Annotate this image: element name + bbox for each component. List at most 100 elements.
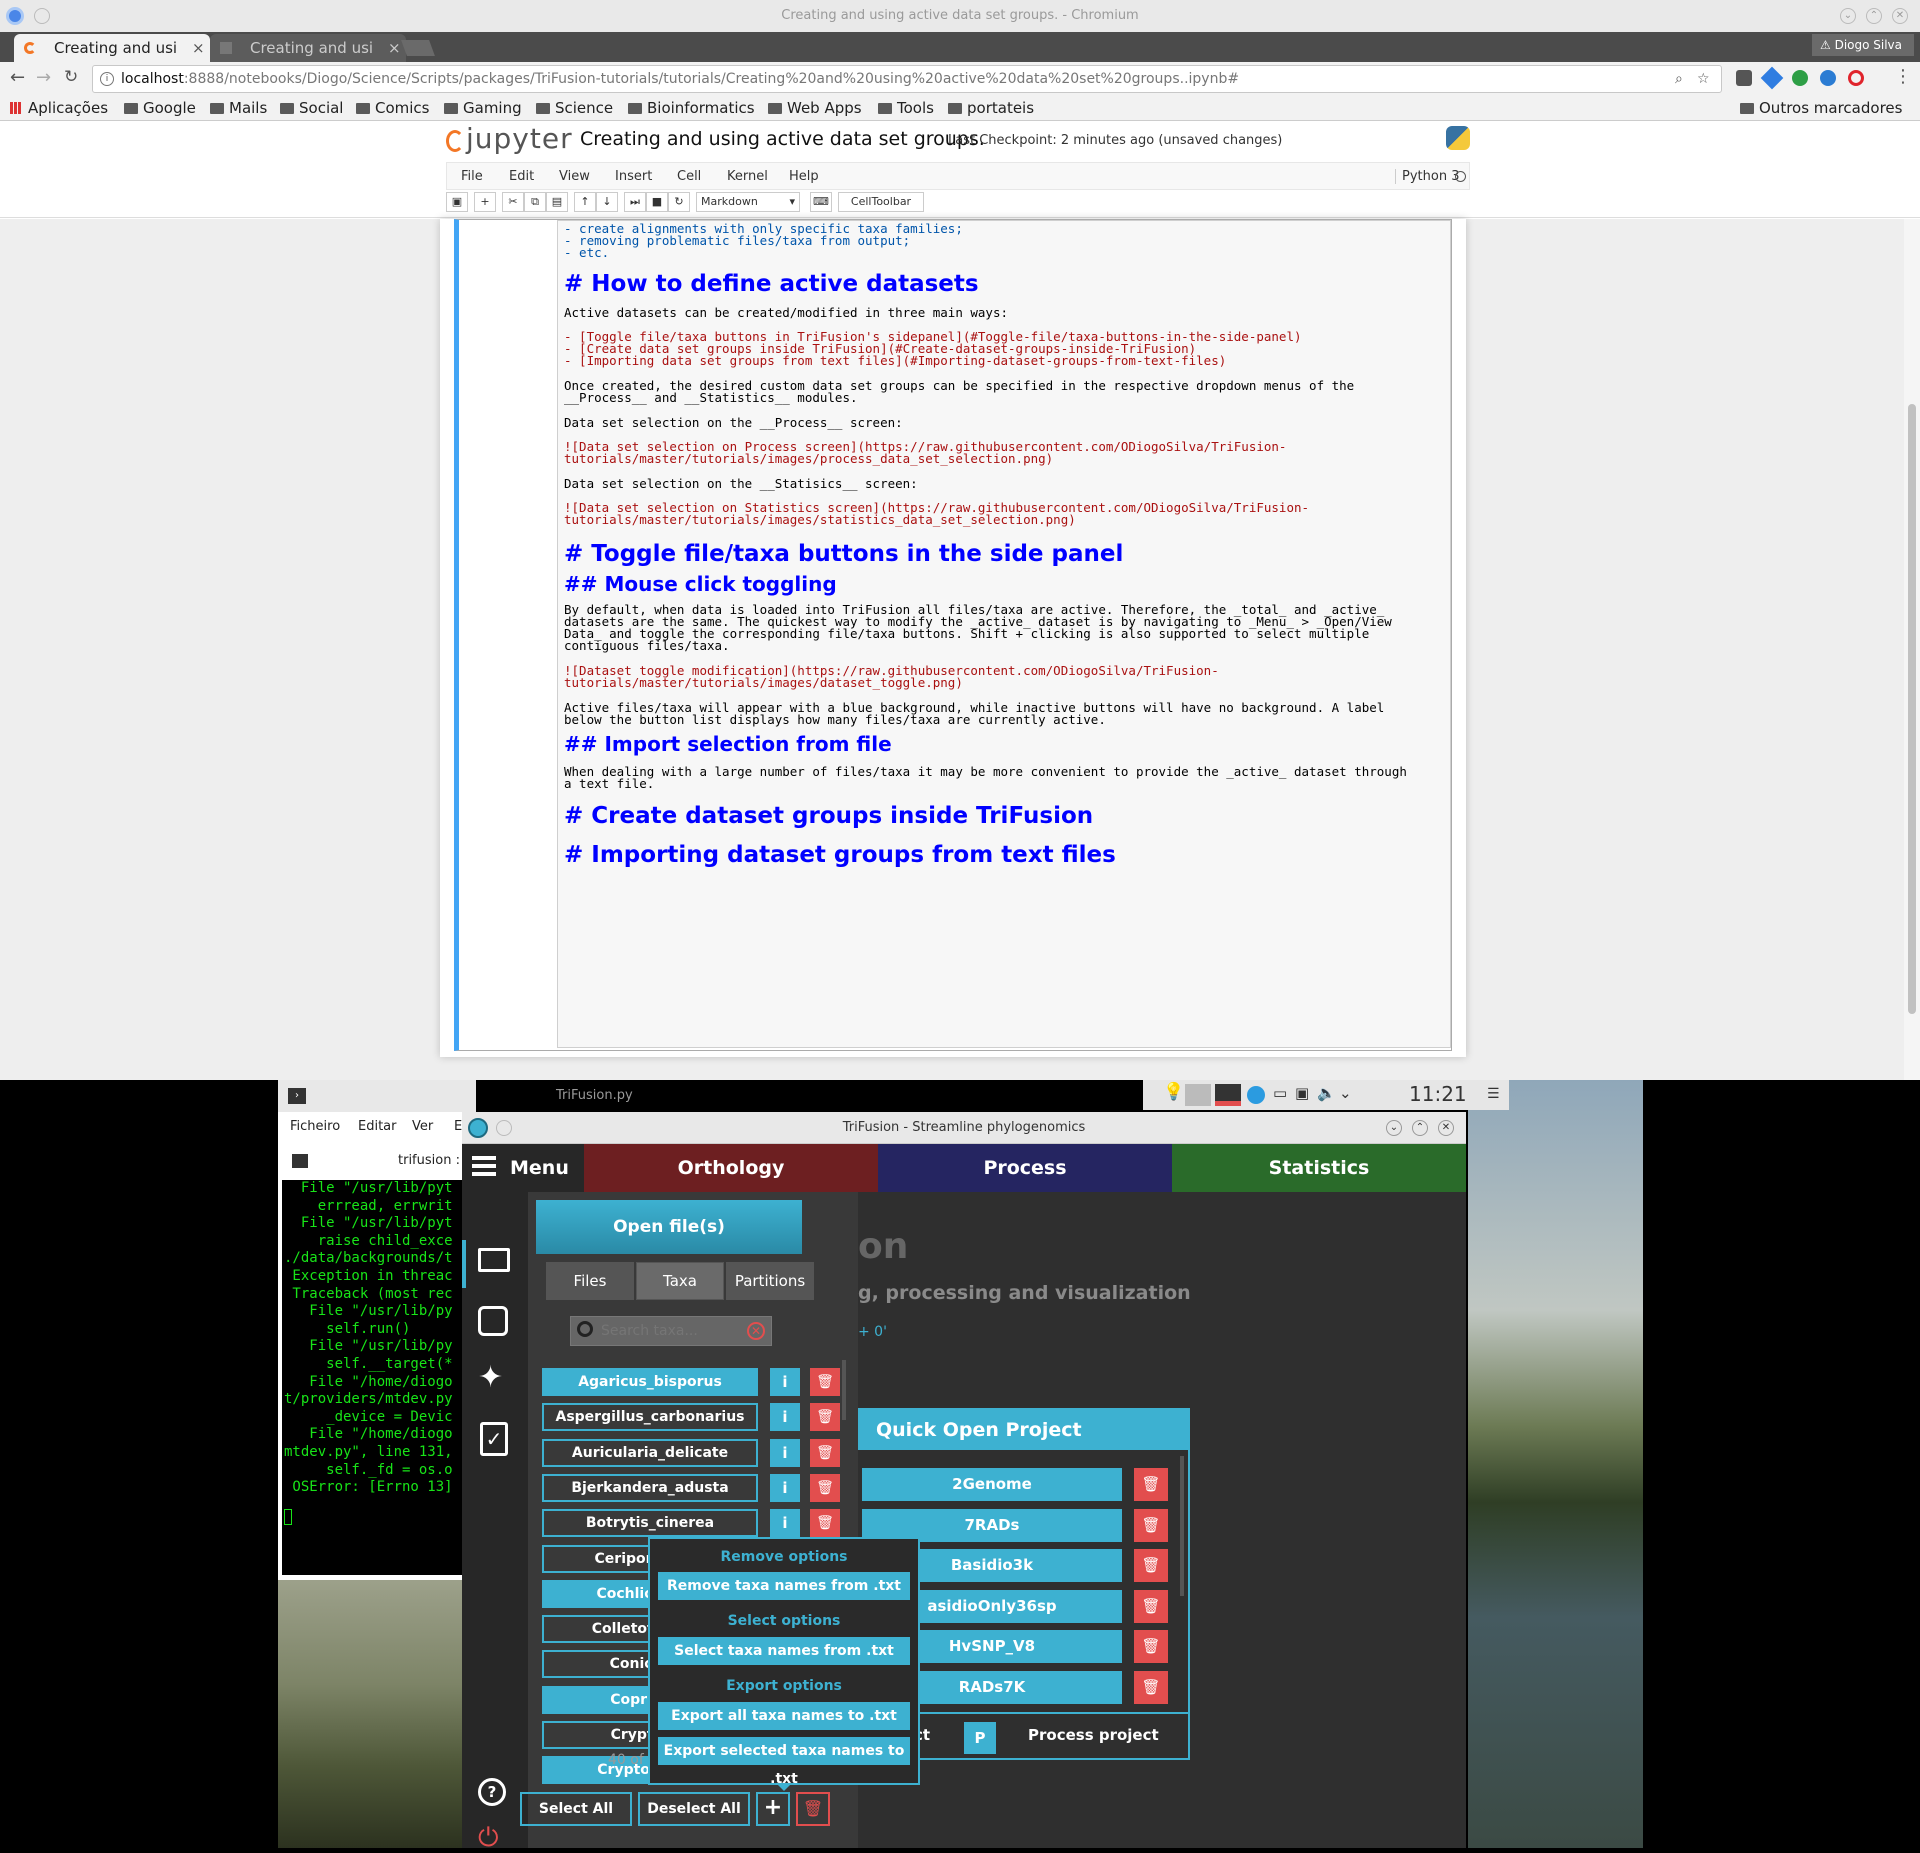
taxon-delete-icon[interactable]: 🗑 bbox=[810, 1473, 840, 1502]
tab-orthology[interactable]: Orthology bbox=[584, 1144, 878, 1192]
project-delete-icon[interactable]: 🗑 bbox=[1134, 1589, 1168, 1623]
taxon-toggle-button[interactable]: Bjerkandera_adusta bbox=[542, 1473, 758, 1502]
taxon-info-icon[interactable]: i bbox=[770, 1368, 800, 1396]
remove-taxa-button[interactable]: Remove taxa names from .txt bbox=[658, 1572, 910, 1600]
bookmark-folder[interactable]: Gaming bbox=[444, 96, 522, 120]
zoom-icon[interactable]: ⌕ bbox=[1675, 66, 1683, 92]
menu-ficheiro[interactable]: Ficheiro bbox=[290, 1112, 340, 1142]
insert-cell-icon[interactable]: + bbox=[474, 192, 496, 212]
project-open-button[interactable]: 2Genome bbox=[862, 1468, 1122, 1501]
menu-ver[interactable]: Ver bbox=[412, 1112, 433, 1142]
tab-process[interactable]: Process bbox=[878, 1144, 1172, 1192]
tab-close-icon[interactable]: × bbox=[192, 34, 205, 62]
select-taxa-button[interactable]: Select taxa names from .txt bbox=[658, 1637, 910, 1665]
opera-icon[interactable] bbox=[1848, 70, 1864, 86]
taxon-toggle-button[interactable]: Aspergillus_carbonarius bbox=[542, 1403, 758, 1432]
menu-editar[interactable]: Editar bbox=[358, 1112, 397, 1142]
project-delete-icon[interactable]: 🗑 bbox=[1134, 1549, 1168, 1582]
select-all-button[interactable]: Select All bbox=[520, 1792, 632, 1826]
taxon-delete-icon[interactable]: 🗑 bbox=[810, 1403, 840, 1432]
bookmark-folder[interactable]: Web Apps bbox=[768, 96, 862, 120]
telegram-icon[interactable] bbox=[1820, 70, 1836, 86]
bookmark-other[interactable]: Outros marcadores bbox=[1740, 96, 1902, 120]
bookmark-folder[interactable]: Mails bbox=[210, 96, 267, 120]
network-icon[interactable]: ▭ bbox=[1273, 1084, 1287, 1102]
bookmark-folder[interactable]: portateis bbox=[948, 96, 1034, 120]
bulb-icon[interactable]: 💡 bbox=[1163, 1082, 1184, 1102]
move-down-icon[interactable]: ↓ bbox=[596, 192, 618, 212]
cell-editor[interactable]: - create alignments with only specific t… bbox=[557, 220, 1451, 1048]
export-selected-button[interactable]: Export selected taxa names to .txt bbox=[658, 1737, 910, 1787]
cut-icon[interactable]: ✂ bbox=[502, 192, 524, 212]
maximize-button[interactable]: ⌃ bbox=[1412, 1120, 1428, 1136]
bookmark-folder[interactable]: Comics bbox=[356, 96, 430, 120]
bookmark-folder[interactable]: Google bbox=[124, 96, 196, 120]
menu-insert[interactable]: Insert bbox=[615, 169, 652, 184]
run-icon[interactable]: ⏭ bbox=[624, 192, 646, 212]
address-bar[interactable]: i localhost:8888/notebooks/Diogo/Science… bbox=[92, 65, 1722, 93]
menu-more[interactable]: E bbox=[454, 1112, 462, 1142]
bookmark-folder[interactable]: Bioinformatics bbox=[628, 96, 755, 120]
konsole-tab[interactable]: trifusion : bbox=[282, 1146, 476, 1176]
taxon-toggle-button[interactable]: Auricularia_delicate bbox=[542, 1438, 758, 1467]
forward-button[interactable]: → bbox=[36, 67, 51, 88]
taxon-info-icon[interactable]: i bbox=[770, 1403, 800, 1432]
command-palette-icon[interactable]: ⌨ bbox=[810, 192, 832, 212]
menu-cell[interactable]: Cell bbox=[677, 169, 701, 184]
quick-open-scrollbar[interactable] bbox=[1180, 1456, 1184, 1596]
project-delete-icon[interactable]: 🗑 bbox=[1134, 1630, 1168, 1663]
project-delete-icon[interactable]: 🗑 bbox=[1134, 1670, 1168, 1704]
taxon-toggle-button[interactable]: Agaricus_bisporus bbox=[542, 1368, 758, 1396]
taxa-scrollbar[interactable] bbox=[842, 1360, 846, 1420]
terminal-output[interactable]: File "/usr/lib/pyt errread, errwrit File… bbox=[282, 1180, 476, 1575]
extension-green-icon[interactable] bbox=[1792, 70, 1808, 86]
celltoolbar-button[interactable]: CellToolbar bbox=[838, 192, 924, 212]
menu-help[interactable]: Help bbox=[789, 169, 819, 184]
tab-close-icon[interactable]: × bbox=[388, 34, 401, 62]
minimize-circle-icon[interactable] bbox=[34, 8, 50, 24]
taxon-delete-icon[interactable]: 🗑 bbox=[810, 1368, 840, 1396]
close-button[interactable]: ✕ bbox=[1892, 8, 1908, 24]
reload-button[interactable]: ↻ bbox=[64, 67, 78, 87]
taxon-delete-icon[interactable]: 🗑 bbox=[810, 1438, 840, 1467]
profile-badge[interactable]: ⚠ Diogo Silva bbox=[1812, 34, 1914, 56]
chrome-menu-icon[interactable]: ⋮ bbox=[1894, 66, 1912, 87]
minimize-button[interactable]: ⌄ bbox=[1386, 1120, 1402, 1136]
taxon-info-icon[interactable]: i bbox=[770, 1509, 800, 1538]
bookmark-apps[interactable]: Aplicações bbox=[10, 96, 108, 120]
taxon-info-icon[interactable]: i bbox=[770, 1473, 800, 1502]
move-up-icon[interactable]: ↑ bbox=[574, 192, 596, 212]
star-icon[interactable]: ☆ bbox=[1697, 66, 1710, 92]
scrollbar-thumb[interactable] bbox=[1908, 404, 1916, 1014]
close-button[interactable]: ✕ bbox=[1438, 1120, 1454, 1136]
process-project-button[interactable]: Process project bbox=[1028, 1726, 1159, 1744]
minimize-button[interactable]: ⌄ bbox=[1840, 8, 1856, 24]
tray-expand-icon[interactable]: ⌄ bbox=[1339, 1084, 1352, 1102]
notebook-title[interactable]: Creating and using active data set group… bbox=[580, 128, 985, 150]
taxon-info-icon[interactable]: i bbox=[770, 1438, 800, 1467]
markdown-cell[interactable]: - create alignments with only specific t… bbox=[454, 219, 1452, 1051]
tab-active[interactable]: Creating and usi × bbox=[14, 34, 210, 62]
restart-icon[interactable]: ↻ bbox=[668, 192, 690, 212]
tab-statistics[interactable]: Statistics bbox=[1172, 1144, 1466, 1192]
menu-edit[interactable]: Edit bbox=[509, 169, 534, 184]
volume-icon[interactable]: 🔈 bbox=[1317, 1084, 1336, 1102]
pocket-icon[interactable] bbox=[1736, 70, 1752, 86]
add-options-button[interactable]: + bbox=[756, 1792, 790, 1826]
scrollbar[interactable] bbox=[1904, 219, 1920, 1080]
bookmark-folder[interactable]: Science bbox=[536, 96, 613, 120]
info-icon[interactable]: i bbox=[100, 72, 114, 86]
stop-icon[interactable]: ■ bbox=[646, 192, 668, 212]
new-tab-button[interactable] bbox=[401, 40, 435, 56]
bookmark-folder[interactable]: Social bbox=[280, 96, 343, 120]
project-delete-icon[interactable]: 🗑 bbox=[1134, 1468, 1168, 1501]
project-delete-icon[interactable]: 🗑 bbox=[1134, 1508, 1168, 1542]
save-icon[interactable]: ▣ bbox=[446, 192, 468, 212]
taxon-toggle-button[interactable]: Botrytis_cinerea bbox=[542, 1509, 758, 1538]
export-all-button[interactable]: Export all taxa names to .txt bbox=[658, 1702, 910, 1730]
pin-icon[interactable] bbox=[496, 1120, 512, 1136]
back-button[interactable]: ← bbox=[10, 67, 25, 88]
menu-view[interactable]: View bbox=[559, 169, 590, 184]
bookmark-folder[interactable]: Tools bbox=[878, 96, 934, 120]
deselect-all-button[interactable]: Deselect All bbox=[638, 1792, 750, 1826]
